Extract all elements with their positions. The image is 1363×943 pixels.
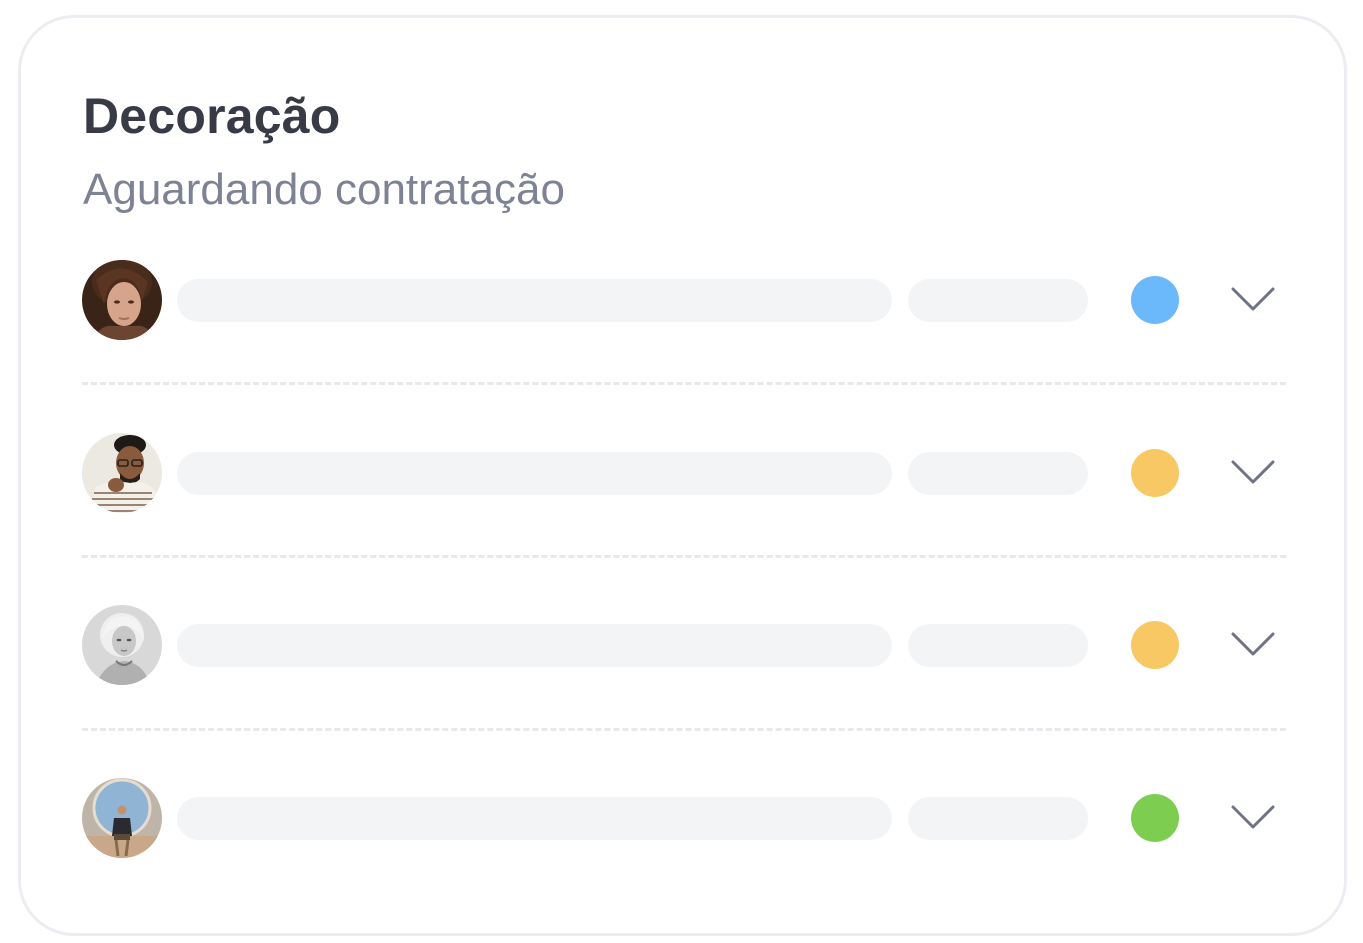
detail-placeholder [908, 624, 1088, 667]
status-dot [1131, 276, 1179, 324]
divider [82, 382, 1286, 385]
list-item[interactable] [82, 778, 1286, 858]
detail-placeholder [908, 452, 1088, 495]
status-dot [1131, 449, 1179, 497]
card-title: Decoração [83, 88, 341, 144]
detail-placeholder [908, 797, 1088, 840]
status-dot [1131, 621, 1179, 669]
list-item[interactable] [82, 433, 1286, 513]
status-dot [1131, 794, 1179, 842]
list-item[interactable] [82, 260, 1286, 340]
divider [82, 728, 1286, 731]
name-placeholder [177, 452, 892, 495]
chevron-down-icon[interactable] [1230, 286, 1276, 314]
list-item[interactable] [82, 605, 1286, 685]
chevron-down-icon[interactable] [1230, 631, 1276, 659]
name-placeholder [177, 797, 892, 840]
chevron-down-icon[interactable] [1230, 804, 1276, 832]
divider [82, 555, 1286, 558]
detail-placeholder [908, 279, 1088, 322]
avatar [82, 605, 162, 685]
name-placeholder [177, 624, 892, 667]
avatar [82, 778, 162, 858]
avatar [82, 260, 162, 340]
avatar [82, 433, 162, 513]
card-subtitle: Aguardando contratação [83, 165, 565, 214]
name-placeholder [177, 279, 892, 322]
chevron-down-icon[interactable] [1230, 459, 1276, 487]
